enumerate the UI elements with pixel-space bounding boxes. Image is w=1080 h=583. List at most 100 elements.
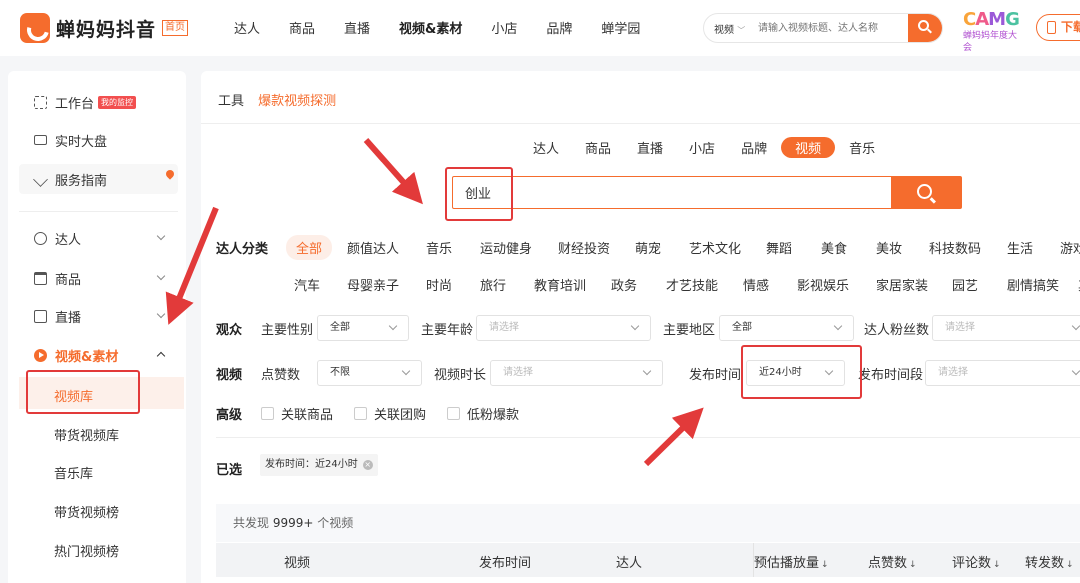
category-chip-3[interactable]: 运动健身 — [480, 238, 532, 257]
sidebar-item-workbench[interactable]: 工作台 我的监控 — [8, 87, 186, 117]
category-chip-row2-2[interactable]: 时尚 — [426, 275, 452, 294]
col-daren: 达人 — [616, 556, 643, 571]
age-select[interactable]: 请选择 — [476, 315, 651, 341]
nav-goods[interactable]: 商品 — [289, 18, 315, 37]
nav-daren[interactable]: 达人 — [234, 18, 260, 37]
category-chip-row2-4[interactable]: 教育培训 — [534, 275, 586, 294]
main-search-input[interactable] — [453, 177, 891, 208]
col-est-plays[interactable]: 预估播放量 ↓ — [754, 552, 829, 571]
nav-live[interactable]: 直播 — [344, 18, 370, 37]
sidebar-item-goods[interactable]: 商品 — [8, 263, 186, 293]
highlight-video-library — [26, 370, 140, 414]
sidebar-item-label: 达人 — [55, 232, 82, 248]
nav-video-material[interactable]: 视频&素材 — [399, 18, 462, 37]
tab-video[interactable]: 视频 — [781, 137, 836, 158]
checkbox-related-goods[interactable]: 关联商品 — [261, 404, 333, 423]
tab-daren[interactable]: 达人 — [533, 138, 559, 157]
category-chip-5[interactable]: 萌宠 — [635, 238, 661, 257]
chevron-down-icon — [156, 271, 166, 281]
col-video: 视频 — [284, 556, 311, 571]
col-likes[interactable]: 点赞数 ↓ — [868, 552, 917, 571]
sidebar-sub-selling-video-library[interactable]: 带货视频库 — [54, 425, 119, 444]
play-icon — [34, 348, 47, 362]
col-shares[interactable]: 转发数 ↓ — [1025, 552, 1074, 571]
category-chip-row2-6[interactable]: 才艺技能 — [666, 275, 718, 294]
nav-academy[interactable]: 蝉学园 — [601, 18, 640, 37]
category-chip-11[interactable]: 生活 — [1007, 238, 1033, 257]
publish-period-select[interactable]: 请选择 — [925, 360, 1080, 386]
likes-select[interactable]: 不限 — [317, 360, 422, 386]
tab-music[interactable]: 音乐 — [849, 138, 875, 157]
sidebar-sub-music-library[interactable]: 音乐库 — [54, 463, 93, 482]
breadcrumb-root[interactable]: 工具 — [218, 94, 244, 109]
sidebar-item-label: 实时大盘 — [55, 134, 108, 150]
sidebar-item-video-material[interactable]: 视频&素材 — [8, 340, 186, 370]
sidebar-sub-hot-video-rank[interactable]: 热门视频榜 — [54, 541, 119, 560]
category-chip-row2-3[interactable]: 旅行 — [480, 275, 506, 294]
sidebar-item-label: 商品 — [55, 272, 82, 288]
send-icon — [33, 171, 48, 187]
filter-divider — [216, 437, 1080, 438]
checkbox-low-fans-hit[interactable]: 低粉爆款 — [447, 404, 519, 423]
results-count: 9999+ — [272, 516, 314, 530]
tab-goods[interactable]: 商品 — [585, 138, 611, 157]
tab-brand[interactable]: 品牌 — [741, 138, 767, 157]
category-chip-row2-11[interactable]: 剧情搞笑 — [1007, 275, 1059, 294]
target-icon — [34, 231, 47, 245]
category-chip-0[interactable]: 全部 — [286, 235, 333, 260]
header-search-input[interactable] — [754, 14, 908, 42]
camg-subtitle: 蝉妈妈年度大会 — [963, 31, 1018, 53]
sidebar-divider — [19, 211, 178, 212]
gender-label: 主要性别 — [261, 323, 314, 338]
chevron-up-icon — [156, 351, 166, 361]
region-select[interactable]: 全部 — [719, 315, 854, 341]
nav-brand[interactable]: 品牌 — [546, 18, 572, 37]
category-chip-row2-8[interactable]: 影视娱乐 — [797, 275, 849, 294]
download-button[interactable]: 下载 — [1036, 14, 1080, 41]
col-comments[interactable]: 评论数 ↓ — [952, 552, 1001, 571]
category-chip-row2-5[interactable]: 政务 — [611, 275, 637, 294]
home-badge[interactable]: 首页 — [162, 20, 189, 36]
selected-filter-text: 发布时间：近24小时 — [265, 459, 358, 470]
col-comments-label: 评论数 — [952, 556, 992, 571]
duration-select[interactable]: 请选择 — [490, 360, 663, 386]
header-divider — [201, 123, 1080, 124]
sidebar-sub-selling-video-rank[interactable]: 带货视频榜 — [54, 502, 119, 521]
col-publish-time: 发布时间 — [479, 556, 532, 571]
search-type-select[interactable]: 视频 ﹀ — [704, 21, 754, 36]
category-chip-9[interactable]: 美妆 — [876, 238, 902, 257]
grid-icon — [34, 95, 47, 109]
close-icon[interactable]: × — [362, 460, 373, 470]
category-chip-7[interactable]: 舞蹈 — [766, 238, 792, 257]
checkbox-related-group-buy[interactable]: 关联团购 — [354, 404, 426, 423]
tab-live[interactable]: 直播 — [637, 138, 663, 157]
sidebar-item-live[interactable]: 直播 — [8, 301, 186, 331]
category-chip-10[interactable]: 科技数码 — [929, 238, 981, 257]
category-chip-1[interactable]: 颜值达人 — [347, 238, 399, 257]
logo[interactable]: 蝉妈妈抖音 首页 — [20, 13, 189, 43]
gender-select[interactable]: 全部 — [317, 315, 409, 341]
category-chip-row2-1[interactable]: 母婴亲子 — [347, 275, 399, 294]
camg-banner[interactable]: CAMG 蝉妈妈年度大会 — [963, 10, 1025, 54]
header-search: 视频 ﹀ — [703, 13, 943, 43]
main-search-button[interactable] — [891, 177, 961, 208]
sidebar-item-guide[interactable]: 服务指南 — [8, 164, 186, 194]
category-chip-row2-9[interactable]: 家居家装 — [876, 275, 928, 294]
category-chip-4[interactable]: 财经投资 — [558, 238, 610, 257]
category-chip-row2-7[interactable]: 情感 — [743, 275, 769, 294]
category-chip-12[interactable]: 游戏 — [1060, 238, 1080, 257]
sidebar-item-realtime[interactable]: 实时大盘 — [8, 125, 186, 155]
category-chip-8[interactable]: 美食 — [821, 238, 847, 257]
tab-shop[interactable]: 小店 — [689, 138, 715, 157]
category-chip-row2-0[interactable]: 汽车 — [294, 275, 320, 294]
category-chip-6[interactable]: 艺术文化 — [689, 238, 741, 257]
sidebar-item-label: 服务指南 — [55, 173, 108, 189]
fans-select[interactable]: 请选择 — [932, 315, 1080, 341]
monitor-tag: 我的监控 — [98, 95, 137, 109]
nav-shop[interactable]: 小店 — [491, 18, 517, 37]
category-chip-2[interactable]: 音乐 — [426, 238, 452, 257]
header-search-button[interactable] — [908, 14, 942, 42]
col-likes-label: 点赞数 — [868, 556, 908, 571]
sidebar-item-daren[interactable]: 达人 — [8, 223, 186, 253]
category-chip-row2-10[interactable]: 园艺 — [952, 275, 978, 294]
